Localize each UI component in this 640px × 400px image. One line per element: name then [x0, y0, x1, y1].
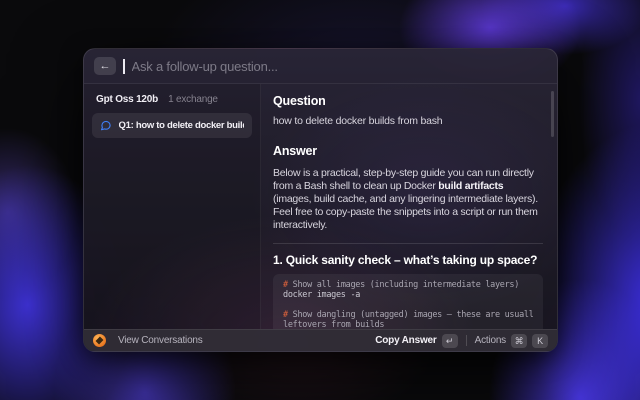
answer-heading: Answer [273, 144, 543, 158]
k-key-badge: K [532, 334, 548, 348]
scrollbar-thumb[interactable] [551, 91, 554, 137]
exchange-count: 1 exchange [168, 94, 218, 105]
model-provider-icon [93, 334, 106, 347]
code-line: # Show all images (including intermediat… [283, 280, 533, 290]
view-conversations-button[interactable]: View Conversations [93, 334, 203, 347]
code-line: # Show dangling (untagged) images – thes… [283, 310, 533, 320]
sidebar-meta: Gpt Oss 120b 1 exchange [92, 92, 252, 113]
window-body: Gpt Oss 120b 1 exchange Q1: how to delet… [84, 84, 557, 329]
search-header: ← [84, 49, 557, 84]
actions-label: Actions [475, 335, 506, 346]
copy-answer-button[interactable]: Copy Answer ↵ [375, 334, 457, 348]
answer-bold-phrase: build artifacts [438, 180, 503, 192]
conversation-item[interactable]: Q1: how to delete docker builds... [92, 113, 252, 138]
back-arrow-icon: ← [100, 60, 111, 72]
conversation-item-label: Q1: how to delete docker builds... [119, 120, 244, 131]
diamond-glyph [96, 337, 104, 345]
follow-up-question-input[interactable] [132, 59, 548, 74]
enter-key-badge: ↵ [442, 334, 458, 348]
cmd-key-badge: ⌘ [511, 334, 527, 348]
back-button[interactable]: ← [94, 57, 116, 75]
model-name: Gpt Oss 120b [96, 94, 158, 105]
answer-paragraph: Below is a practical, step-by-step guide… [273, 167, 543, 206]
actions-button[interactable]: Actions ⌘ K [475, 334, 548, 348]
view-conversations-label: View Conversations [118, 335, 203, 346]
copy-answer-label: Copy Answer [375, 335, 436, 346]
conversation-sidebar: Gpt Oss 120b 1 exchange Q1: how to delet… [84, 84, 261, 329]
action-bar: View Conversations Copy Answer ↵ Actions… [84, 329, 557, 351]
code-line: docker images -a [283, 290, 533, 300]
chat-bubble-icon [100, 119, 112, 132]
answer-pane: Question how to delete docker builds fro… [261, 84, 557, 329]
question-text: how to delete docker builds from bash [273, 115, 543, 127]
ai-chat-window: ← Gpt Oss 120b 1 exchange Q1: how to del… [83, 48, 558, 352]
code-block: # Show all images (including intermediat… [273, 274, 543, 329]
question-heading: Question [273, 94, 543, 108]
section-divider [273, 243, 543, 244]
code-line: leftovers from builds [283, 320, 533, 329]
code-line [283, 300, 533, 310]
section-heading: 1. Quick sanity check – what’s taking up… [273, 253, 543, 267]
text-caret [123, 59, 125, 74]
answer-paragraph-2: Feel free to copy-paste the snippets int… [273, 206, 543, 232]
footer-divider [466, 335, 467, 346]
